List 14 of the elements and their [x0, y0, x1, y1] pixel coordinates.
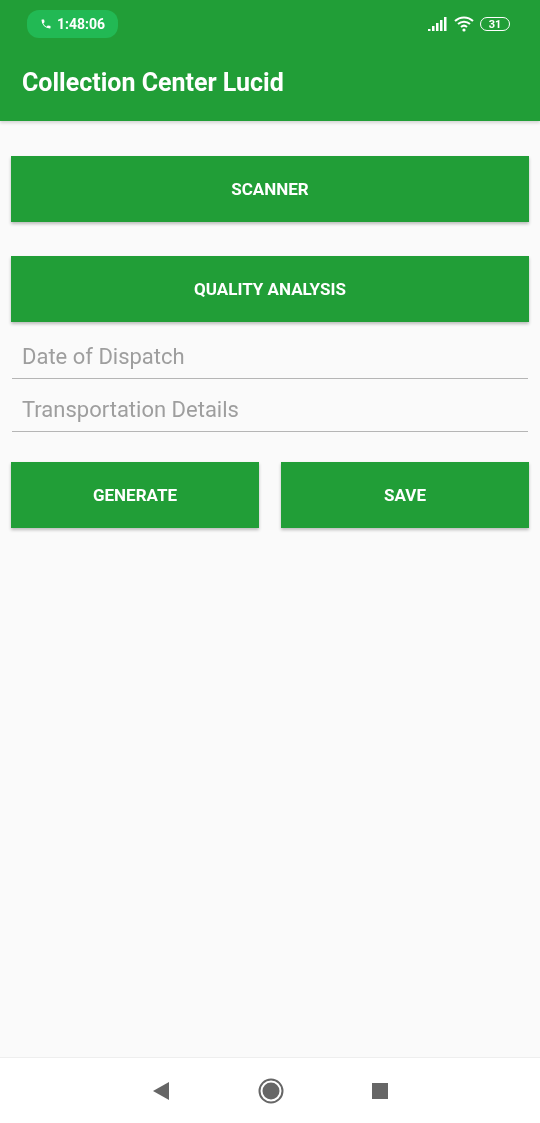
input-field[interactable]: Date of Dispatch: [12, 334, 528, 379]
home-icon[interactable]: [258, 1077, 284, 1104]
recents-icon[interactable]: [372, 1082, 388, 1099]
phone-icon: [40, 18, 52, 30]
app-title: Collection Center Lucid: [21, 67, 285, 97]
signal-icon: [428, 17, 448, 31]
wifi-icon: [454, 16, 474, 32]
action-button[interactable]: SCANNER: [11, 156, 529, 222]
back-icon[interactable]: [152, 1080, 170, 1101]
input-field[interactable]: Transportation Details: [12, 387, 528, 432]
action-button[interactable]: QUALITY ANALYSIS: [11, 256, 529, 322]
action-button[interactable]: GENERATE: [11, 462, 259, 528]
action-button[interactable]: SAVE: [281, 462, 529, 528]
call-time-chip[interactable]: 1:48:06: [27, 10, 119, 38]
